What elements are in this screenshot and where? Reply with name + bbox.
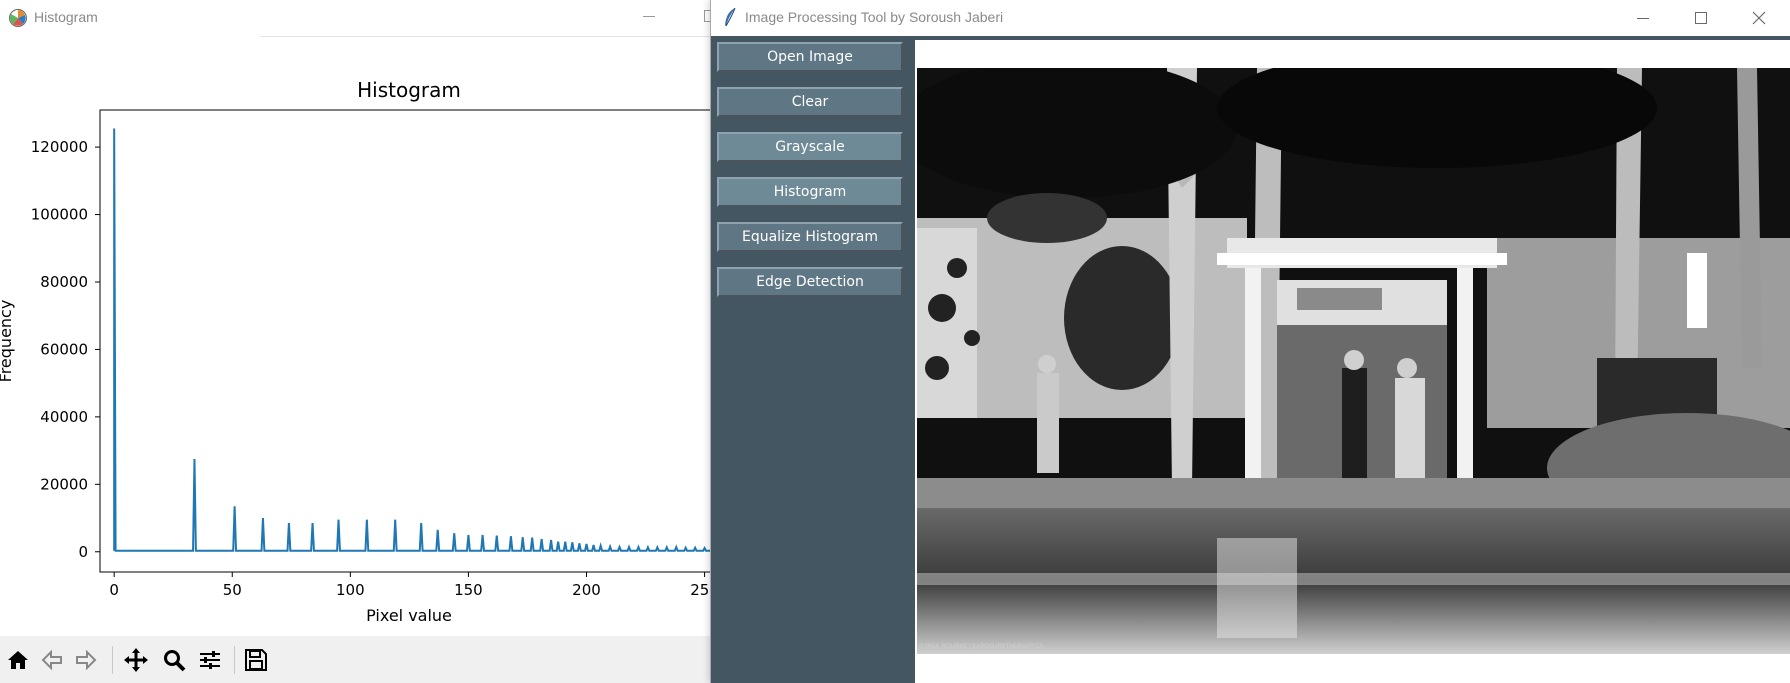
photo-credit: © PAUL ROURKE | EXPOSURETHERAPY.CA xyxy=(919,644,1044,650)
titlebar-divider xyxy=(260,36,720,37)
tool-titlebar[interactable]: Image Processing Tool by Soroush Jaberi xyxy=(711,0,1790,36)
toolbar-separator xyxy=(112,646,113,674)
zoom-magnifier-icon[interactable] xyxy=(160,646,188,674)
histogram-window: Histogram Histogram Pixel value Frequenc… xyxy=(0,0,720,683)
home-icon[interactable] xyxy=(4,646,32,674)
x-tick-label: 200 xyxy=(572,581,601,599)
clear-button[interactable]: Clear xyxy=(717,87,903,117)
grayscale-street-photo: © PAUL ROURKE | EXPOSURETHERAPY.CA xyxy=(917,68,1790,654)
y-tick-label: 0 xyxy=(78,543,88,561)
equalize-histogram-button[interactable]: Equalize Histogram xyxy=(717,222,903,252)
minimize-icon[interactable] xyxy=(1614,0,1672,36)
back-arrow-icon[interactable] xyxy=(38,646,66,674)
x-axis-label: Pixel value xyxy=(366,606,452,625)
pan-move-icon[interactable] xyxy=(122,646,150,674)
forward-arrow-icon[interactable] xyxy=(72,646,100,674)
save-floppy-icon[interactable] xyxy=(242,646,270,674)
x-tick-label: 50 xyxy=(223,581,242,599)
configure-subplots-icon[interactable] xyxy=(196,646,224,674)
y-tick-label: 40000 xyxy=(40,408,88,426)
tool-window-title: Image Processing Tool by Soroush Jaberi xyxy=(745,9,1004,25)
x-tick-label: 150 xyxy=(454,581,483,599)
matplotlib-app-icon xyxy=(9,9,27,27)
y-axis-label: Frequency xyxy=(0,300,15,383)
close-icon[interactable] xyxy=(1730,0,1788,36)
y-ticks: 0 20000 40000 60000 80000 100000 120000 xyxy=(31,138,100,561)
histogram-titlebar[interactable]: Histogram xyxy=(0,0,720,36)
y-tick-label: 120000 xyxy=(31,138,88,156)
x-tick-label: 0 xyxy=(109,581,119,599)
histogram-figure: Histogram Pixel value Frequency 0 50 100 15… xyxy=(0,78,720,625)
x-tick-label: 100 xyxy=(336,581,365,599)
chart-title: Histogram xyxy=(357,78,461,102)
edge-detection-button[interactable]: Edge Detection xyxy=(717,267,903,297)
maximize-icon[interactable] xyxy=(1672,0,1730,36)
histogram-button[interactable]: Histogram xyxy=(717,177,903,207)
image-canvas: © PAUL ROURKE | EXPOSURETHERAPY.CA xyxy=(915,40,1790,683)
image-canvas-area: © PAUL ROURKE | EXPOSURETHERAPY.CA xyxy=(911,36,1790,683)
histogram-window-title: Histogram xyxy=(34,9,98,25)
y-tick-label: 100000 xyxy=(31,206,88,224)
minimize-icon[interactable] xyxy=(643,16,655,17)
toolbar-separator xyxy=(234,646,235,674)
feather-icon xyxy=(725,7,736,27)
y-tick-label: 60000 xyxy=(40,340,88,358)
control-sidebar: Open Image Clear Grayscale Histogram Equ… xyxy=(711,36,911,683)
y-tick-label: 80000 xyxy=(40,273,88,291)
matplotlib-toolbar xyxy=(0,636,720,683)
image-processing-window: Image Processing Tool by Soroush Jaberi … xyxy=(710,0,1790,683)
open-image-button[interactable]: Open Image xyxy=(717,42,903,72)
photo-illustration xyxy=(917,68,1790,654)
x-ticks: 0 50 100 150 200 250 xyxy=(109,572,719,599)
grayscale-button[interactable]: Grayscale xyxy=(717,132,903,162)
y-tick-label: 20000 xyxy=(40,475,88,493)
